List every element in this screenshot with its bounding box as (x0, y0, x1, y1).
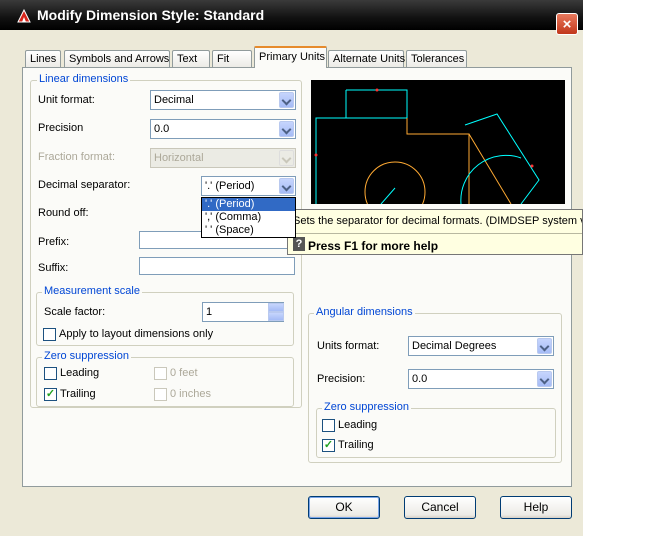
chevron-down-icon[interactable] (279, 178, 294, 194)
linear-dimensions-title: Linear dimensions (37, 73, 131, 85)
dialog-window: Modify Dimension Style: Standard × Lines… (0, 0, 583, 536)
angular-precision-label: Precision: (317, 373, 366, 385)
preview-red-point (314, 153, 318, 157)
autocad-app-icon (17, 8, 31, 23)
fraction-format-value: Horizontal (154, 152, 204, 164)
precision-select[interactable]: 0.0 (150, 119, 296, 139)
unit-format-value: Decimal (154, 94, 194, 106)
measurement-scale-title: Measurement scale (42, 285, 142, 297)
precision-label: Precision (38, 122, 84, 134)
chevron-down-icon[interactable] (279, 92, 294, 108)
close-button[interactable]: × (556, 13, 578, 35)
decimal-separator-select[interactable]: '.' (Period) (201, 176, 296, 196)
zero-inches-checkbox (154, 388, 167, 401)
tab-lines[interactable]: Lines (25, 50, 61, 67)
decimal-separator-label: Decimal separator: (38, 179, 131, 191)
title-bar: Modify Dimension Style: Standard (0, 0, 583, 30)
tooltip: Sets the separator for decimal formats. … (287, 209, 583, 255)
preview-red-point (530, 164, 534, 168)
chevron-down-icon (279, 150, 294, 166)
tab-alternate-units[interactable]: Alternate Units (328, 50, 405, 67)
suffix-label: Suffix: (38, 262, 69, 274)
zero-suppression-linear-title: Zero suppression (42, 350, 131, 362)
fraction-format-label: Fraction format: (38, 151, 116, 163)
dropdown-option-period[interactable]: '.' (Period) (202, 198, 295, 211)
angular-dimensions-title: Angular dimensions (314, 306, 415, 318)
chevron-down-icon[interactable] (279, 121, 294, 137)
angular-precision-value: 0.0 (412, 373, 428, 385)
ok-button[interactable]: OK (308, 496, 380, 519)
precision-value: 0.0 (154, 123, 170, 135)
unit-format-label: Unit format: (38, 94, 95, 106)
zero-feet-label: 0 feet (170, 367, 198, 379)
preview-red-point (375, 88, 379, 92)
chevron-down-icon[interactable] (537, 371, 552, 387)
decimal-separator-dropdown: '.' (Period) ',' (Comma) ' ' (Space) (201, 197, 296, 238)
linear-trailing-label: Trailing (60, 388, 96, 400)
round-off-label: Round off: (38, 207, 89, 219)
scale-factor-label: Scale factor: (44, 306, 106, 318)
linear-trailing-checkbox[interactable]: ✓ (44, 388, 57, 401)
cancel-button[interactable]: Cancel (404, 496, 476, 519)
spin-down-button[interactable] (268, 312, 284, 321)
check-icon: ✓ (323, 439, 334, 451)
angular-trailing-checkbox[interactable]: ✓ (322, 439, 335, 452)
angular-units-select[interactable]: Decimal Degrees (408, 336, 554, 356)
zero-inches-label: 0 inches (170, 388, 211, 400)
tooltip-description: Sets the separator for decimal formats. … (293, 215, 583, 227)
tooltip-separator (288, 233, 582, 234)
angular-leading-label: Leading (338, 419, 378, 431)
tab-symbols-and-arrows[interactable]: Symbols and Arrows (64, 50, 170, 67)
zero-feet-checkbox (154, 367, 167, 380)
help-icon: ? (293, 237, 305, 251)
chevron-down-icon[interactable] (537, 338, 552, 354)
angular-trailing-label: Trailing (338, 439, 374, 451)
angular-units-label: Units format: (317, 340, 380, 352)
tab-tolerances[interactable]: Tolerances (406, 50, 467, 67)
apply-layout-label: Apply to layout dimensions only (59, 328, 214, 340)
unit-format-select[interactable]: Decimal (150, 90, 296, 110)
help-button[interactable]: Help (500, 496, 572, 519)
suffix-input[interactable] (139, 257, 295, 275)
apply-layout-checkbox[interactable] (43, 328, 56, 341)
dropdown-option-space[interactable]: ' ' (Space) (202, 224, 295, 237)
dimension-preview (311, 80, 565, 204)
linear-leading-label: Leading (60, 367, 100, 379)
tab-fit[interactable]: Fit (212, 50, 252, 67)
prefix-label: Prefix: (38, 236, 70, 248)
angular-units-value: Decimal Degrees (412, 340, 497, 352)
window-title: Modify Dimension Style: Standard (37, 7, 265, 23)
decimal-separator-value: '.' (Period) (205, 180, 255, 192)
fraction-format-select: Horizontal (150, 148, 296, 168)
tab-text[interactable]: Text (172, 50, 210, 67)
check-icon: ✓ (45, 388, 56, 400)
spin-up-button[interactable] (268, 303, 284, 312)
linear-leading-checkbox[interactable] (44, 367, 57, 380)
dropdown-option-comma[interactable]: ',' (Comma) (202, 211, 295, 224)
tooltip-help-text: Press F1 for more help (308, 239, 439, 253)
angular-leading-checkbox[interactable] (322, 419, 335, 432)
tab-primary-units[interactable]: Primary Units (254, 46, 327, 68)
close-icon: × (562, 16, 572, 33)
angular-precision-select[interactable]: 0.0 (408, 369, 554, 389)
zero-suppression-angular-title: Zero suppression (322, 401, 411, 413)
scale-factor-value: 1 (206, 306, 213, 318)
